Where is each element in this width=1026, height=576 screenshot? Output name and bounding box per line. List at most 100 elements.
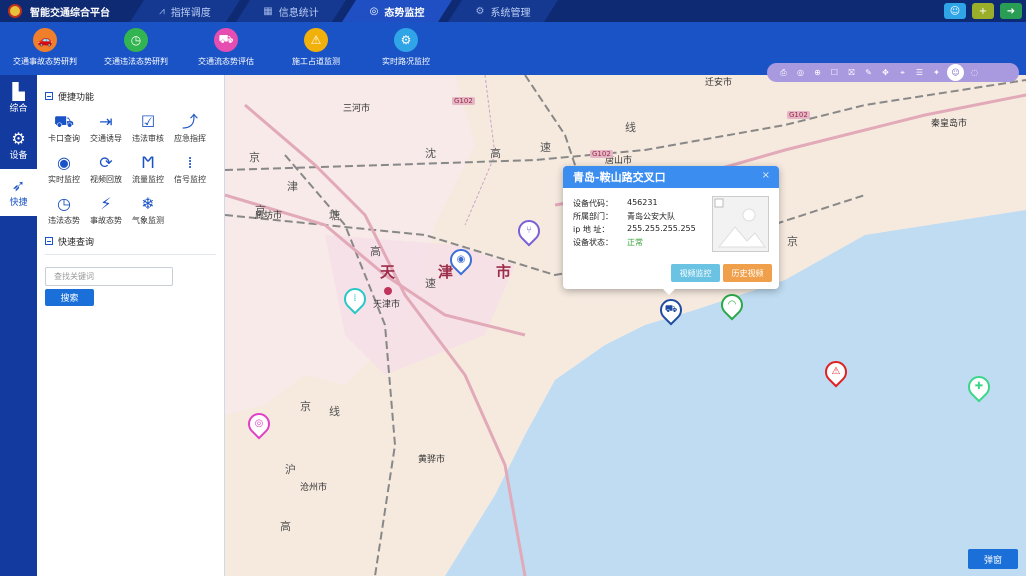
video-monitor-button[interactable]: 视频监控 bbox=[671, 264, 720, 282]
divider bbox=[45, 254, 216, 255]
shortcut-flow-monitor[interactable]: Ϻ 流量监控 bbox=[127, 152, 169, 185]
road-label: 京 bbox=[249, 151, 260, 164]
select-icon[interactable]: ☐ bbox=[828, 66, 841, 79]
ip-address-row: ip 地 址： 255.255.255.255 bbox=[573, 224, 696, 234]
shortcut-signal-monitor[interactable]: ⁞ 信号监控 bbox=[169, 152, 211, 185]
signal-icon: ⑂ bbox=[526, 225, 532, 236]
refresh-icon[interactable]: ◌ bbox=[968, 66, 981, 79]
side-tab-device[interactable]: ⚙ 设备 bbox=[0, 122, 37, 169]
main-nav: ⩘ 指挥调度 ▦ 信息统计 ◎ 态势监控 ⚙ 系统管理 bbox=[130, 0, 554, 22]
gear-icon: ⚙ bbox=[475, 5, 485, 17]
clock-icon: ◷ bbox=[124, 28, 148, 52]
car-icon: 🚗 bbox=[33, 28, 57, 52]
map-label: 三河市 bbox=[343, 104, 371, 114]
draw-icon[interactable]: ✎ bbox=[862, 66, 875, 79]
user-icon[interactable]: ☺ bbox=[944, 3, 966, 19]
weather-icon: ❄ bbox=[141, 194, 155, 213]
shortcut-traffic-guidance[interactable]: ⇥ 交通诱导 bbox=[85, 111, 127, 144]
road-label: 京 bbox=[787, 235, 798, 248]
module-realtime-traffic[interactable]: ⚙ 实时路况监控 bbox=[361, 28, 451, 67]
tab-situation-monitor[interactable]: ◎ 态势监控 bbox=[342, 0, 452, 22]
radar-icon: ◎ bbox=[254, 418, 264, 429]
flow-icon: ⩘ bbox=[159, 5, 165, 17]
logout-icon[interactable]: ➜ bbox=[1000, 3, 1022, 19]
locate-icon[interactable]: ◎ bbox=[794, 66, 807, 79]
shortcut-realtime-monitor[interactable]: ◉ 实时监控 bbox=[43, 152, 85, 185]
map-label: 迁安市 bbox=[705, 78, 733, 88]
shortcut-violation-review[interactable]: ☑ 违法审核 bbox=[127, 111, 169, 144]
shortcut-checkpoint-query[interactable]: ⛟ 卡口查询 bbox=[43, 111, 85, 144]
alarm-icon: ⚠ bbox=[831, 366, 841, 377]
quick-search-section-title[interactable]: 快速查询 bbox=[45, 232, 224, 250]
shortcut-weather-monitor[interactable]: ❄ 气象监测 bbox=[127, 193, 169, 226]
star-icon[interactable]: ✦ bbox=[930, 66, 943, 79]
shortcut-emergency-command[interactable]: ⤴ 应急指挥 bbox=[169, 111, 211, 144]
clipboard-icon: ☑ bbox=[140, 112, 156, 131]
search-button[interactable]: 搜索 bbox=[45, 289, 94, 306]
traffic-icon: ⚙ bbox=[394, 28, 418, 52]
accident-icon: ⚡ bbox=[100, 194, 112, 213]
tab-system-admin[interactable]: ⚙ 系统管理 bbox=[448, 0, 558, 22]
close-icon[interactable]: × bbox=[762, 170, 770, 181]
zoom-in-icon[interactable]: ⊕ bbox=[811, 66, 824, 79]
function-panel: 便捷功能 ⛟ 卡口查询 ⇥ 交通诱导 ☑ 违法审核 ⤴ 应急指挥 ◉ 实时监控 ⟳ 视频回放… bbox=[37, 75, 225, 576]
guidance-icon: ⇥ bbox=[99, 112, 113, 131]
shortcut-violation-trend[interactable]: ◷ 违法态势 bbox=[43, 193, 85, 226]
popup-window-button[interactable]: 弹窗 bbox=[968, 549, 1018, 569]
shortcut-accident-trend[interactable]: ⚡ 事故态势 bbox=[85, 193, 127, 226]
gear-icon: ⚙ bbox=[11, 129, 26, 148]
highway-shield: G102 bbox=[787, 111, 810, 119]
road-label: 速 bbox=[425, 277, 436, 290]
bus-icon: ⛟ bbox=[214, 28, 238, 52]
map-toolbar: ⎙ ◎ ⊕ ☐ ⛝ ✎ ✥ ⌖ ☰ ✦ ☺ ◌ bbox=[767, 63, 1019, 82]
history-video-button[interactable]: 历史视频 bbox=[723, 264, 772, 282]
map-label: 秦皇岛市 bbox=[931, 119, 968, 129]
monitor-icon: ◎ bbox=[369, 5, 379, 17]
pan-icon[interactable]: ✥ bbox=[879, 66, 892, 79]
road-label: 线 bbox=[329, 405, 340, 418]
map-view[interactable]: 三河市 廊坊市 天津市 唐山市 迁安市 秦皇岛市 沧州市 黄骅市 天 津 市 京… bbox=[225, 75, 1026, 576]
print-icon[interactable]: ⎙ bbox=[777, 66, 790, 79]
target-icon[interactable]: ⌖ bbox=[896, 66, 909, 79]
chart-icon: ▦ bbox=[263, 5, 273, 17]
map-canvas bbox=[225, 75, 1026, 576]
side-tab-shortcut[interactable]: ➶ 快捷 bbox=[0, 169, 37, 216]
shortcuts-section-title[interactable]: 便捷功能 bbox=[45, 87, 224, 105]
image-placeholder-icon bbox=[714, 198, 766, 248]
module-violation-analysis[interactable]: ◷ 交通违法态势研判 bbox=[91, 28, 181, 67]
tab-dispatch[interactable]: ⩘ 指挥调度 bbox=[130, 0, 240, 22]
road-label: 高 bbox=[490, 147, 501, 160]
camera-icon: ◉ bbox=[456, 254, 466, 265]
layer-icon[interactable]: ⛝ bbox=[845, 66, 858, 79]
map-label: 沧州市 bbox=[300, 483, 328, 493]
flow-icon: Ϻ bbox=[141, 153, 155, 172]
module-accident-analysis[interactable]: 🚗 交通事故态势研判 bbox=[0, 28, 90, 67]
list-icon[interactable]: ☰ bbox=[913, 66, 926, 79]
device-code-row: 设备代码： 456231 bbox=[573, 198, 658, 208]
road-label: 沪 bbox=[285, 463, 296, 476]
module-flow-assessment[interactable]: ⛟ 交通流态势评估 bbox=[181, 28, 271, 67]
module-construction-monitor[interactable]: ⚠ 施工占道监测 bbox=[271, 28, 361, 67]
status-badge: 正常 bbox=[627, 238, 643, 247]
highway-shield: G102 bbox=[452, 97, 475, 105]
dashboard-icon: ▙ bbox=[12, 82, 25, 101]
tab-statistics[interactable]: ▦ 信息统计 bbox=[236, 0, 346, 22]
map-region-label: 市 bbox=[496, 263, 514, 281]
road-label: 沈 bbox=[425, 147, 436, 160]
warning-icon: ⚠ bbox=[304, 28, 328, 52]
side-tab-overview[interactable]: ▙ 综合 bbox=[0, 75, 37, 122]
traffic-light-icon: ⁞ bbox=[187, 153, 193, 172]
keyword-search-input[interactable] bbox=[45, 267, 173, 286]
side-tabs: ▙ 综合 ⚙ 设备 ➶ 快捷 bbox=[0, 75, 37, 576]
user-icon[interactable]: ☺ bbox=[947, 64, 964, 81]
road-label: 京 bbox=[255, 204, 266, 217]
road-label: 津 bbox=[287, 180, 298, 193]
add-icon[interactable]: + bbox=[972, 3, 994, 19]
rocket-icon: ➶ bbox=[11, 176, 26, 195]
road-label: 塘 bbox=[329, 209, 340, 222]
road-label: 线 bbox=[625, 121, 636, 134]
top-actions: ☺ + ➜ bbox=[944, 3, 1022, 19]
flow-icon: ◠ bbox=[727, 299, 737, 310]
shortcut-video-playback[interactable]: ⟳ 视频回放 bbox=[85, 152, 127, 185]
signal-icon: ◉ bbox=[57, 153, 71, 172]
